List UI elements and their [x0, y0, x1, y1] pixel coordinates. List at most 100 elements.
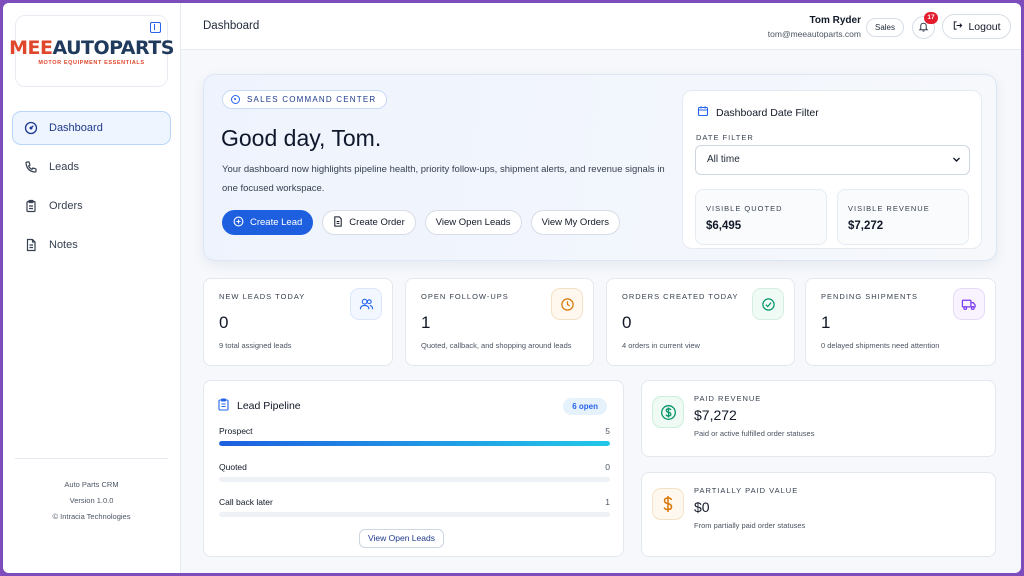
paid-revenue-value: $7,272	[694, 407, 737, 423]
logout-button[interactable]: Logout	[942, 14, 1011, 39]
kpi-subtext: Quoted, callback, and shopping around le…	[421, 341, 572, 350]
kpi-new-leads[interactable]: NEW LEADS TODAY 0 9 total assigned leads	[203, 278, 393, 366]
pipeline-stage-name: Quoted	[219, 462, 247, 472]
kpi-value: 1	[421, 313, 431, 332]
phone-icon	[24, 160, 38, 174]
notification-count-badge: 17	[924, 12, 938, 24]
sidebar-item-notes[interactable]: Notes	[12, 228, 171, 262]
partially-paid-label: PARTIALLY PAID VALUE	[694, 486, 799, 495]
hero-actions: Create Lead Create Order View Open Leads…	[222, 210, 629, 235]
sidebar: MEEAUTOPARTS MOTOR EQUIPMENT ESSENTIALS …	[3, 3, 181, 573]
sidebar-item-dashboard[interactable]: Dashboard	[12, 111, 171, 145]
visible-revenue-label: VISIBLE REVENUE	[848, 204, 930, 213]
sidebar-item-leads[interactable]: Leads	[12, 150, 171, 184]
breadcrumb: Dashboard	[203, 20, 260, 32]
lead-pipeline-card: Lead Pipeline 6 open Prospect 5 Quoted 0…	[203, 380, 624, 557]
lead-pipeline-title: Lead Pipeline	[218, 398, 301, 414]
document-icon	[333, 215, 349, 230]
date-filter-card: Dashboard Date Filter DATE FILTER All ti…	[682, 90, 982, 249]
sidebar-collapse-icon[interactable]	[150, 22, 161, 33]
user-name: Tom Ryder	[809, 15, 862, 26]
kpi-value: 1	[821, 313, 831, 332]
kpi-orders-created[interactable]: ORDERS CREATED TODAY 0 4 orders in curre…	[606, 278, 795, 366]
logout-label: Logout	[968, 20, 1001, 33]
sidebar-item-label: Leads	[49, 161, 79, 173]
pipeline-progress-fill	[219, 441, 610, 446]
partially-paid-card: PARTIALLY PAID VALUE $0 From partially p…	[641, 472, 996, 557]
role-badge: Sales	[865, 18, 904, 37]
view-open-leads-label: View Open Leads	[435, 217, 511, 228]
greeting-title: Good day, Tom.	[221, 125, 382, 151]
clock-icon	[551, 288, 583, 320]
view-my-orders-label: View My Orders	[541, 217, 609, 228]
date-filter-select[interactable]: All time	[695, 145, 970, 175]
sidebar-item-label: Dashboard	[49, 122, 103, 134]
dollar-sign-icon	[652, 488, 684, 520]
kpi-value: 0	[219, 313, 229, 332]
hero-description: Your dashboard now highlights pipeline h…	[222, 164, 665, 194]
paid-revenue-card: PAID REVENUE $7,272 Paid or active fulfi…	[641, 380, 996, 457]
date-filter-title: Dashboard Date Filter	[697, 105, 819, 120]
kpi-value: 0	[622, 313, 632, 332]
pipeline-progress-track	[219, 477, 610, 482]
create-lead-button[interactable]: Create Lead	[222, 210, 314, 235]
visible-quoted-stat: VISIBLE QUOTED $6,495	[695, 189, 827, 245]
pipeline-progress-track	[219, 441, 610, 446]
kpi-pending-shipments[interactable]: PENDING SHIPMENTS 1 0 delayed shipments …	[805, 278, 996, 366]
truck-icon	[953, 288, 985, 320]
visible-quoted-value: $6,495	[706, 220, 742, 232]
copyright: © Intracia Technologies	[52, 512, 131, 521]
pipeline-stage-count: 1	[605, 497, 610, 507]
note-icon	[24, 238, 38, 252]
pipeline-stage-name: Prospect	[219, 426, 253, 436]
kpi-subtext: 0 delayed shipments need attention	[821, 341, 940, 350]
target-icon	[231, 95, 240, 104]
create-order-button[interactable]: Create Order	[322, 210, 416, 235]
kpi-open-follow-ups[interactable]: OPEN FOLLOW-UPS 1 Quoted, callback, and …	[405, 278, 594, 366]
date-filter-value: All time	[707, 154, 740, 165]
paid-revenue-label: PAID REVENUE	[694, 394, 762, 403]
plus-circle-icon	[233, 216, 250, 230]
kpi-subtext: 9 total assigned leads	[219, 341, 292, 350]
kpi-label: PENDING SHIPMENTS	[821, 292, 919, 301]
app-window: MEEAUTOPARTS MOTOR EQUIPMENT ESSENTIALS …	[3, 3, 1021, 573]
open-count-badge: 6 open	[563, 398, 607, 415]
date-filter-label: DATE FILTER	[696, 133, 754, 142]
check-circle-icon	[752, 288, 784, 320]
section-tag-label: SALES COMMAND CENTER	[247, 95, 377, 104]
partially-paid-subtext: From partially paid order statuses	[694, 521, 806, 530]
logo-wordmark: MEEAUTOPARTS	[9, 36, 174, 59]
users-icon	[350, 288, 382, 320]
kpi-label: OPEN FOLLOW-UPS	[421, 292, 509, 301]
user-info: Tom Ryder tom@meeautoparts.com	[768, 15, 861, 39]
hero-panel: SALES COMMAND CENTER Good day, Tom. Your…	[203, 74, 997, 261]
chevron-down-icon	[952, 146, 961, 186]
logo[interactable]: MEEAUTOPARTS MOTOR EQUIPMENT ESSENTIALS	[9, 15, 174, 87]
view-open-leads-button[interactable]: View Open Leads	[424, 210, 522, 235]
pipeline-stage-count: 0	[605, 462, 610, 472]
dollar-circle-icon	[652, 396, 684, 428]
app-version: Version 1.0.0	[69, 496, 114, 505]
view-my-orders-button[interactable]: View My Orders	[530, 210, 620, 235]
sidebar-item-label: Orders	[49, 200, 83, 212]
visible-revenue-value: $7,272	[848, 220, 884, 232]
kpi-subtext: 4 orders in current view	[622, 341, 700, 350]
topbar: Dashboard Tom Ryder tom@meeautoparts.com…	[181, 3, 1021, 50]
gauge-icon	[24, 121, 38, 135]
section-tag: SALES COMMAND CENTER	[222, 90, 388, 109]
create-order-label: Create Order	[349, 217, 405, 228]
notifications-button[interactable]: 17	[912, 12, 938, 39]
pipeline-row-call-back-later: Call back later 1	[219, 497, 610, 517]
sidebar-item-label: Notes	[49, 239, 78, 251]
calendar-icon	[697, 105, 716, 120]
logout-icon	[952, 20, 968, 34]
pipeline-progress-track	[219, 512, 610, 517]
kpi-label: NEW LEADS TODAY	[219, 292, 306, 301]
pipeline-row-prospect: Prospect 5	[219, 426, 610, 446]
pipeline-stage-name: Call back later	[219, 497, 273, 507]
visible-revenue-stat: VISIBLE REVENUE $7,272	[837, 189, 969, 245]
pipeline-row-quoted: Quoted 0	[219, 462, 610, 482]
sidebar-item-orders[interactable]: Orders	[12, 189, 171, 223]
view-open-leads-link[interactable]: View Open Leads	[359, 529, 444, 548]
kpi-label: ORDERS CREATED TODAY	[622, 292, 739, 301]
